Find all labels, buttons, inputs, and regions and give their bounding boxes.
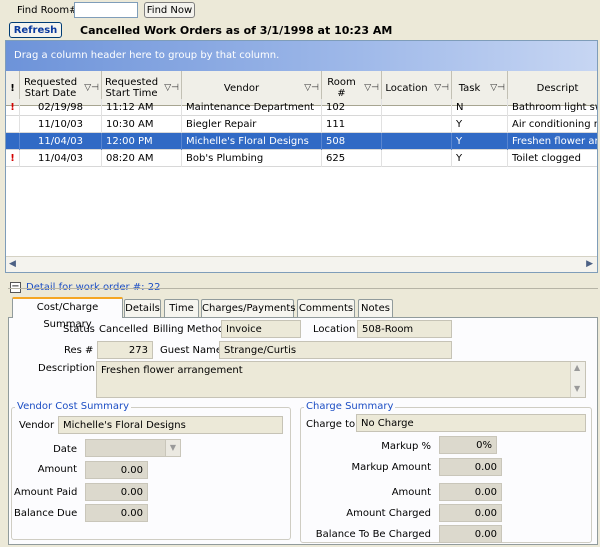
- markup-amount-field: 0.00: [439, 458, 502, 476]
- filter-pin-icon[interactable]: ▽⊣: [304, 83, 319, 93]
- amount-label: Amount: [37, 464, 77, 475]
- cell-description: Freshen flower arrang: [508, 133, 597, 150]
- vendor-field: Michelle's Floral Designs: [58, 416, 283, 434]
- priority-flag-icon: [6, 133, 20, 150]
- cell-vendor: Bob's Plumbing: [182, 150, 322, 167]
- location-field: 508-Room: [357, 320, 452, 338]
- amount-paid-field: 0.00: [85, 483, 148, 501]
- filter-pin-icon[interactable]: ▽⊣: [164, 83, 179, 93]
- amount-paid-label: Amount Paid: [14, 487, 78, 498]
- location-label: Location: [313, 324, 356, 335]
- horizontal-scrollbar[interactable]: ◀ ▶: [6, 256, 597, 272]
- cell-description: Bathroom light switch: [508, 99, 597, 116]
- charge-summary-title: Charge Summary: [304, 401, 396, 412]
- tab-cost-charge-summary[interactable]: Cost/Charge Summary: [12, 297, 123, 330]
- date-picker[interactable]: ▼: [85, 439, 181, 457]
- scroll-up-icon[interactable]: ▲: [574, 363, 580, 372]
- divider: [8, 288, 598, 289]
- cell-location: [382, 116, 452, 133]
- filter-pin-icon[interactable]: ▽⊣: [84, 83, 99, 93]
- cell-description: Toilet clogged: [508, 150, 597, 167]
- scroll-down-icon[interactable]: ▼: [574, 384, 580, 393]
- filter-pin-icon[interactable]: ▽⊣: [364, 83, 379, 93]
- tab-details[interactable]: Details: [124, 299, 161, 317]
- guest-name-label: Guest Name: [160, 345, 223, 356]
- amount-charged-field: 0.00: [439, 504, 502, 522]
- cell-time: 11:12 AM: [102, 99, 182, 116]
- cell-room: 111: [322, 116, 382, 133]
- cell-vendor: Biegler Repair: [182, 116, 322, 133]
- cell-task: Y: [452, 150, 508, 167]
- balance-to-be-charged-field: 0.00: [439, 525, 502, 543]
- charge-amount-field: 0.00: [439, 483, 502, 501]
- cell-date: 11/04/03: [20, 133, 102, 150]
- table-row-selected[interactable]: 11/04/03 12:00 PM Michelle's Floral Desi…: [6, 133, 597, 150]
- vendor-label: Vendor: [19, 420, 55, 431]
- cell-room: 102: [322, 99, 382, 116]
- cell-time: 12:00 PM: [102, 133, 182, 150]
- work-orders-grid: Drag a column header here to group by th…: [5, 40, 598, 273]
- priority-flag-icon: [6, 116, 20, 133]
- charge-to-field: No Charge: [356, 414, 586, 432]
- tab-time[interactable]: Time: [164, 299, 199, 317]
- scroll-left-icon[interactable]: ◀: [9, 259, 16, 269]
- page-title: Cancelled Work Orders as of 3/1/1998 at …: [80, 24, 393, 37]
- markup-percent-label: Markup %: [381, 441, 431, 452]
- tab-comments[interactable]: Comments: [297, 299, 355, 317]
- table-row[interactable]: 11/10/03 10:30 AM Biegler Repair 111 Y A…: [6, 116, 597, 133]
- res-number-field: 273: [97, 341, 153, 359]
- chevron-down-icon[interactable]: ▼: [165, 440, 180, 456]
- cell-task: N: [452, 99, 508, 116]
- charge-amount-label: Amount: [391, 487, 431, 498]
- cell-date: 11/10/03: [20, 116, 102, 133]
- refresh-button[interactable]: Refresh: [9, 22, 62, 38]
- res-number-label: Res #: [64, 345, 94, 356]
- charge-to-label: Charge to: [306, 419, 356, 430]
- cell-date: 02/19/98: [20, 99, 102, 116]
- table-row[interactable]: ! 02/19/98 11:12 AM Maintenance Departme…: [6, 99, 597, 116]
- markup-amount-label: Markup Amount: [351, 462, 431, 473]
- cell-time: 10:30 AM: [102, 116, 182, 133]
- cell-location: [382, 133, 452, 150]
- find-room-label: Find Room#: [17, 5, 78, 16]
- tab-charges-payments[interactable]: Charges/Payments: [201, 299, 295, 317]
- cell-date: 11/04/03: [20, 150, 102, 167]
- find-room-input[interactable]: [74, 2, 138, 18]
- tab-notes[interactable]: Notes: [358, 299, 393, 317]
- billing-method-field: Invoice: [221, 320, 301, 338]
- cell-task: Y: [452, 133, 508, 150]
- guest-name-field: Strange/Curtis: [219, 341, 452, 359]
- status-value: Cancelled: [99, 324, 149, 335]
- description-scrollbar[interactable]: ▲ ▼: [570, 362, 585, 397]
- balance-due-label: Balance Due: [14, 508, 78, 519]
- cell-location: [382, 99, 452, 116]
- markup-percent-field: 0%: [439, 436, 497, 454]
- group-by-bar[interactable]: Drag a column header here to group by th…: [6, 41, 597, 71]
- cell-vendor: Michelle's Floral Designs: [182, 133, 322, 150]
- balance-to-be-charged-label: Balance To Be Charged: [315, 529, 431, 540]
- cell-room: 625: [322, 150, 382, 167]
- description-field: Freshen flower arrangement: [96, 361, 586, 398]
- date-label: Date: [53, 444, 77, 455]
- description-label: Description: [38, 363, 95, 374]
- priority-flag-icon: !: [6, 99, 20, 116]
- cell-location: [382, 150, 452, 167]
- filter-pin-icon[interactable]: ▽⊣: [434, 83, 449, 93]
- cell-task: Y: [452, 116, 508, 133]
- billing-method-label: Billing Method: [153, 324, 225, 335]
- vendor-cost-summary-title: Vendor Cost Summary: [15, 401, 132, 412]
- filter-pin-icon[interactable]: ▽⊣: [490, 83, 505, 93]
- table-row[interactable]: ! 11/04/03 08:20 AM Bob's Plumbing 625 Y…: [6, 150, 597, 167]
- cell-room: 508: [322, 133, 382, 150]
- cell-vendor: Maintenance Department: [182, 99, 322, 116]
- amount-field: 0.00: [85, 461, 148, 479]
- priority-flag-icon: !: [6, 150, 20, 167]
- scroll-right-icon[interactable]: ▶: [586, 259, 593, 269]
- cell-description: Air conditioning making: [508, 116, 597, 133]
- amount-charged-label: Amount Charged: [346, 508, 431, 519]
- find-now-button[interactable]: Find Now: [144, 2, 195, 18]
- cell-time: 08:20 AM: [102, 150, 182, 167]
- balance-due-field: 0.00: [85, 504, 148, 522]
